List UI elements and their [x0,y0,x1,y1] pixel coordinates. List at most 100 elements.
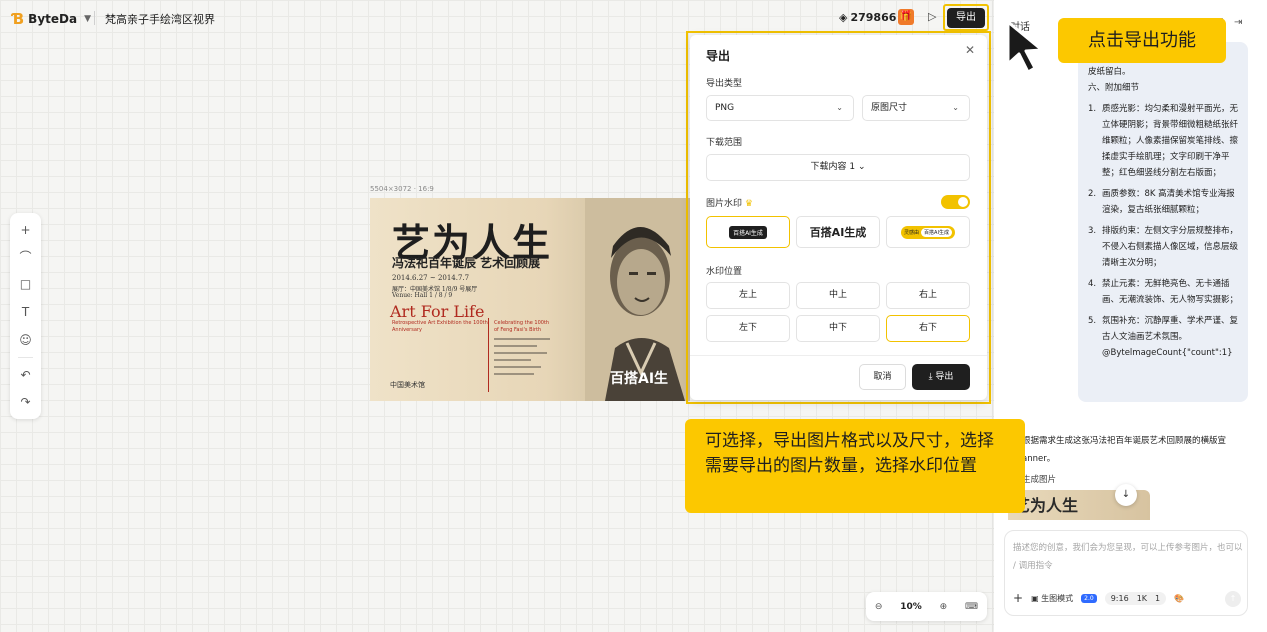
toggle-knob [958,197,968,207]
position-bottom-center[interactable]: 中下 [796,315,880,342]
generated-image-label: 生成图片 [1022,475,1057,485]
bubble-list: 1. 质感光影：均匀柔和漫射平面光，无立体硬阴影；背景带细微粗糙纸张纤维颗粒；人像… [1088,101,1240,366]
image-icon: ▣ [1031,593,1039,603]
zoom-out-icon[interactable]: ⊖ [875,602,883,612]
size-select[interactable]: 原图尺寸 ⌄ [862,95,970,121]
palette-icon[interactable]: 🎨 [1174,594,1184,603]
chat-input[interactable]: 描述您的创意，我们会为您呈现，可以上传参考图片，也可以 / 调用指令 + ▣ 生… [1004,530,1248,616]
points-balance[interactable]: ◈ 279866 [839,11,896,24]
add-attachment-icon[interactable]: + [1013,591,1023,605]
resolution-value: 1K [1136,593,1148,603]
position-label: 水印位置 [706,267,743,277]
image-mode-button[interactable]: ▣ 生图模式 [1031,593,1073,604]
poster-hall-en: Venue: Hall 1 / 8 / 9 [392,292,453,299]
play-icon[interactable]: ▷ [928,10,936,23]
poster-en-sub: Retrospective Art Exhibition the 100th A… [392,320,488,333]
chevron-down-icon: ⌄ [836,103,843,112]
gift-icon[interactable]: 🎁 [898,9,914,25]
model-badge[interactable]: 2.0 [1081,593,1097,603]
bubble-section: 六、附加细节 [1088,83,1140,93]
user-message-bubble: 皮纸留白。 六、附加细节 1. 质感光影：均匀柔和漫射平面光，无立体硬阴影；背景带… [1078,42,1248,402]
close-icon[interactable]: ✕ [965,43,975,57]
smile-icon[interactable]: ☺ [10,329,41,351]
position-bottom-right[interactable]: 右下 [886,315,970,342]
scroll-down-icon[interactable]: ↓ [1115,484,1137,506]
rectangle-icon[interactable]: □ [10,273,41,295]
list-number: 5. [1088,316,1097,326]
poster-watermark: 百搭AI生 [610,371,669,387]
divider [94,11,95,25]
range-value: 下载内容 1 [810,162,856,172]
zoom-level[interactable]: 10% [900,602,922,612]
brand-logo-icon: Ɓ [12,10,25,28]
canvas-image[interactable]: 艺为人生 冯法祀百年诞辰 艺术回顾展 2014.6.27 ~ 2014.7.7 … [370,198,690,401]
list-item: 3. 排版约束：左侧文字分层规整排布，不侵入右侧素描人像区域，信息层级清晰主次分明… [1088,223,1240,271]
list-text: 氛围补充：沉静厚重、学术严谨、复古人文油画艺术氛围。@BytelmageCoun… [1102,316,1239,358]
redo-icon[interactable]: ↷ [10,391,41,413]
cancel-button[interactable]: 取消 [859,364,906,390]
range-label: 下载范围 [706,138,743,148]
poster-small-text [494,338,556,380]
list-item: 2. 画质参数：8K 高清美术馆专业海报渲染，复古纸张细腻颗粒； [1088,186,1240,218]
undo-icon[interactable]: ↶ [10,364,41,386]
count-value: 1 [1155,593,1161,603]
crown-icon: ♛ [744,199,753,209]
left-toolbar: + ⌒ □ T ☺ ↶ ↷ [10,213,41,419]
list-text: 质感光影：均匀柔和漫射平面光，无立体硬阴影；背景带细微粗糙纸张纤维颗粒；人像素描… [1102,104,1239,178]
diamond-icon: ◈ [839,11,848,24]
collapse-panel-icon[interactable]: ⇥ [1234,17,1242,28]
confirm-export-label: 导出 [935,372,954,382]
export-dialog: 导出 ✕ 导出类型 PNG ⌄ 原图尺寸 ⌄ 下载范围 下载内容 1 ⌄ 图片水… [690,35,987,400]
format-value: PNG [715,103,735,113]
position-bottom-left[interactable]: 左下 [706,315,790,342]
position-top-left[interactable]: 左上 [706,282,790,309]
list-text: 禁止元素：无鲜艳亮色、无卡通插画、无潮流装饰、无人物写实摄影； [1102,279,1239,305]
list-number: 3. [1088,226,1097,236]
project-title[interactable]: 梵高亲子手绘湾区视界 [105,11,215,27]
watermark-style-plain[interactable]: 百搭AI生成 [796,216,880,248]
position-top-right[interactable]: 右上 [886,282,970,309]
watermark-style-pill[interactable]: 灵感由 百搭AI生成 [886,216,970,248]
position-top-center[interactable]: 中上 [796,282,880,309]
image-meta: 5504×3072 · 16:9 [370,185,434,193]
text-icon[interactable]: T [10,301,41,323]
poster-subtitle: 冯法祀百年诞辰 艺术回顾展 [392,256,541,270]
watermark-preview: 灵感由 百搭AI生成 [901,225,955,239]
cursor-pointer-icon [1006,20,1044,74]
watermark-pill-prefix: 灵感由 [904,229,920,236]
list-number: 1. [1088,104,1097,114]
input-placeholder: 描述您的创意，我们会为您呈现，可以上传参考图片，也可以 / 调用指令 [1013,543,1243,571]
brand-menu[interactable]: Ɓ ByteDa ▼ [12,10,91,28]
send-icon[interactable]: ↑ [1225,591,1241,607]
zoom-in-icon[interactable]: ⊕ [940,602,948,612]
export-type-label: 导出类型 [706,79,743,89]
poster-red-divider [488,318,489,392]
dialog-footer-divider [690,355,987,356]
list-item: 5. 氛围补充：沉静厚重、学术严谨、复古人文油画艺术氛围。@BytelmageCo… [1088,313,1240,361]
watermark-label: 图片水印 ♛ [706,196,753,209]
generation-settings[interactable]: 9:16 1K 1 [1104,591,1167,605]
add-icon[interactable]: + [10,219,41,241]
tutorial-callout-options: 可选择，导出图片格式以及尺寸，选择需要导出的图片数量，选择水印位置 [685,419,1025,513]
list-number: 2. [1088,189,1097,199]
export-button[interactable]: 导出 [947,8,985,28]
lasso-icon[interactable]: ⌒ [10,246,41,268]
format-select[interactable]: PNG ⌄ [706,95,854,121]
list-number: 4. [1088,279,1097,289]
ratio-value: 9:16 [1110,593,1129,603]
confirm-export-button[interactable]: ⤓ 导出 [912,364,970,390]
zoom-bar: ⊖ 10% ⊕ ⌨ [866,592,987,621]
chevron-down-icon: ⌄ [952,103,959,112]
list-text: 排版约束：左侧文字分层规整排布，不侵入右侧素描人像区域，信息层级清晰主次分明； [1102,226,1239,268]
chevron-down-icon: ▼ [84,14,91,24]
watermark-style-dark[interactable]: 百搭AI生成 [706,216,790,248]
range-select[interactable]: 下载内容 1 ⌄ [706,154,970,181]
input-toolbar: + ▣ 生图模式 2.0 9:16 1K 1 🎨 [1013,591,1184,605]
poster-en-title: Art For Life [390,302,485,321]
mode-label: 生图模式 [1041,593,1074,603]
watermark-toggle[interactable] [941,195,970,209]
keyboard-icon[interactable]: ⌨ [965,602,978,612]
watermark-label-text: 图片水印 [706,199,743,209]
watermark-pill-text: 百搭AI生成 [921,227,952,237]
assistant-response: 根据需求生成这张冯法祀百年诞辰艺术回顾展的横版宣 anner。 [1022,436,1227,464]
